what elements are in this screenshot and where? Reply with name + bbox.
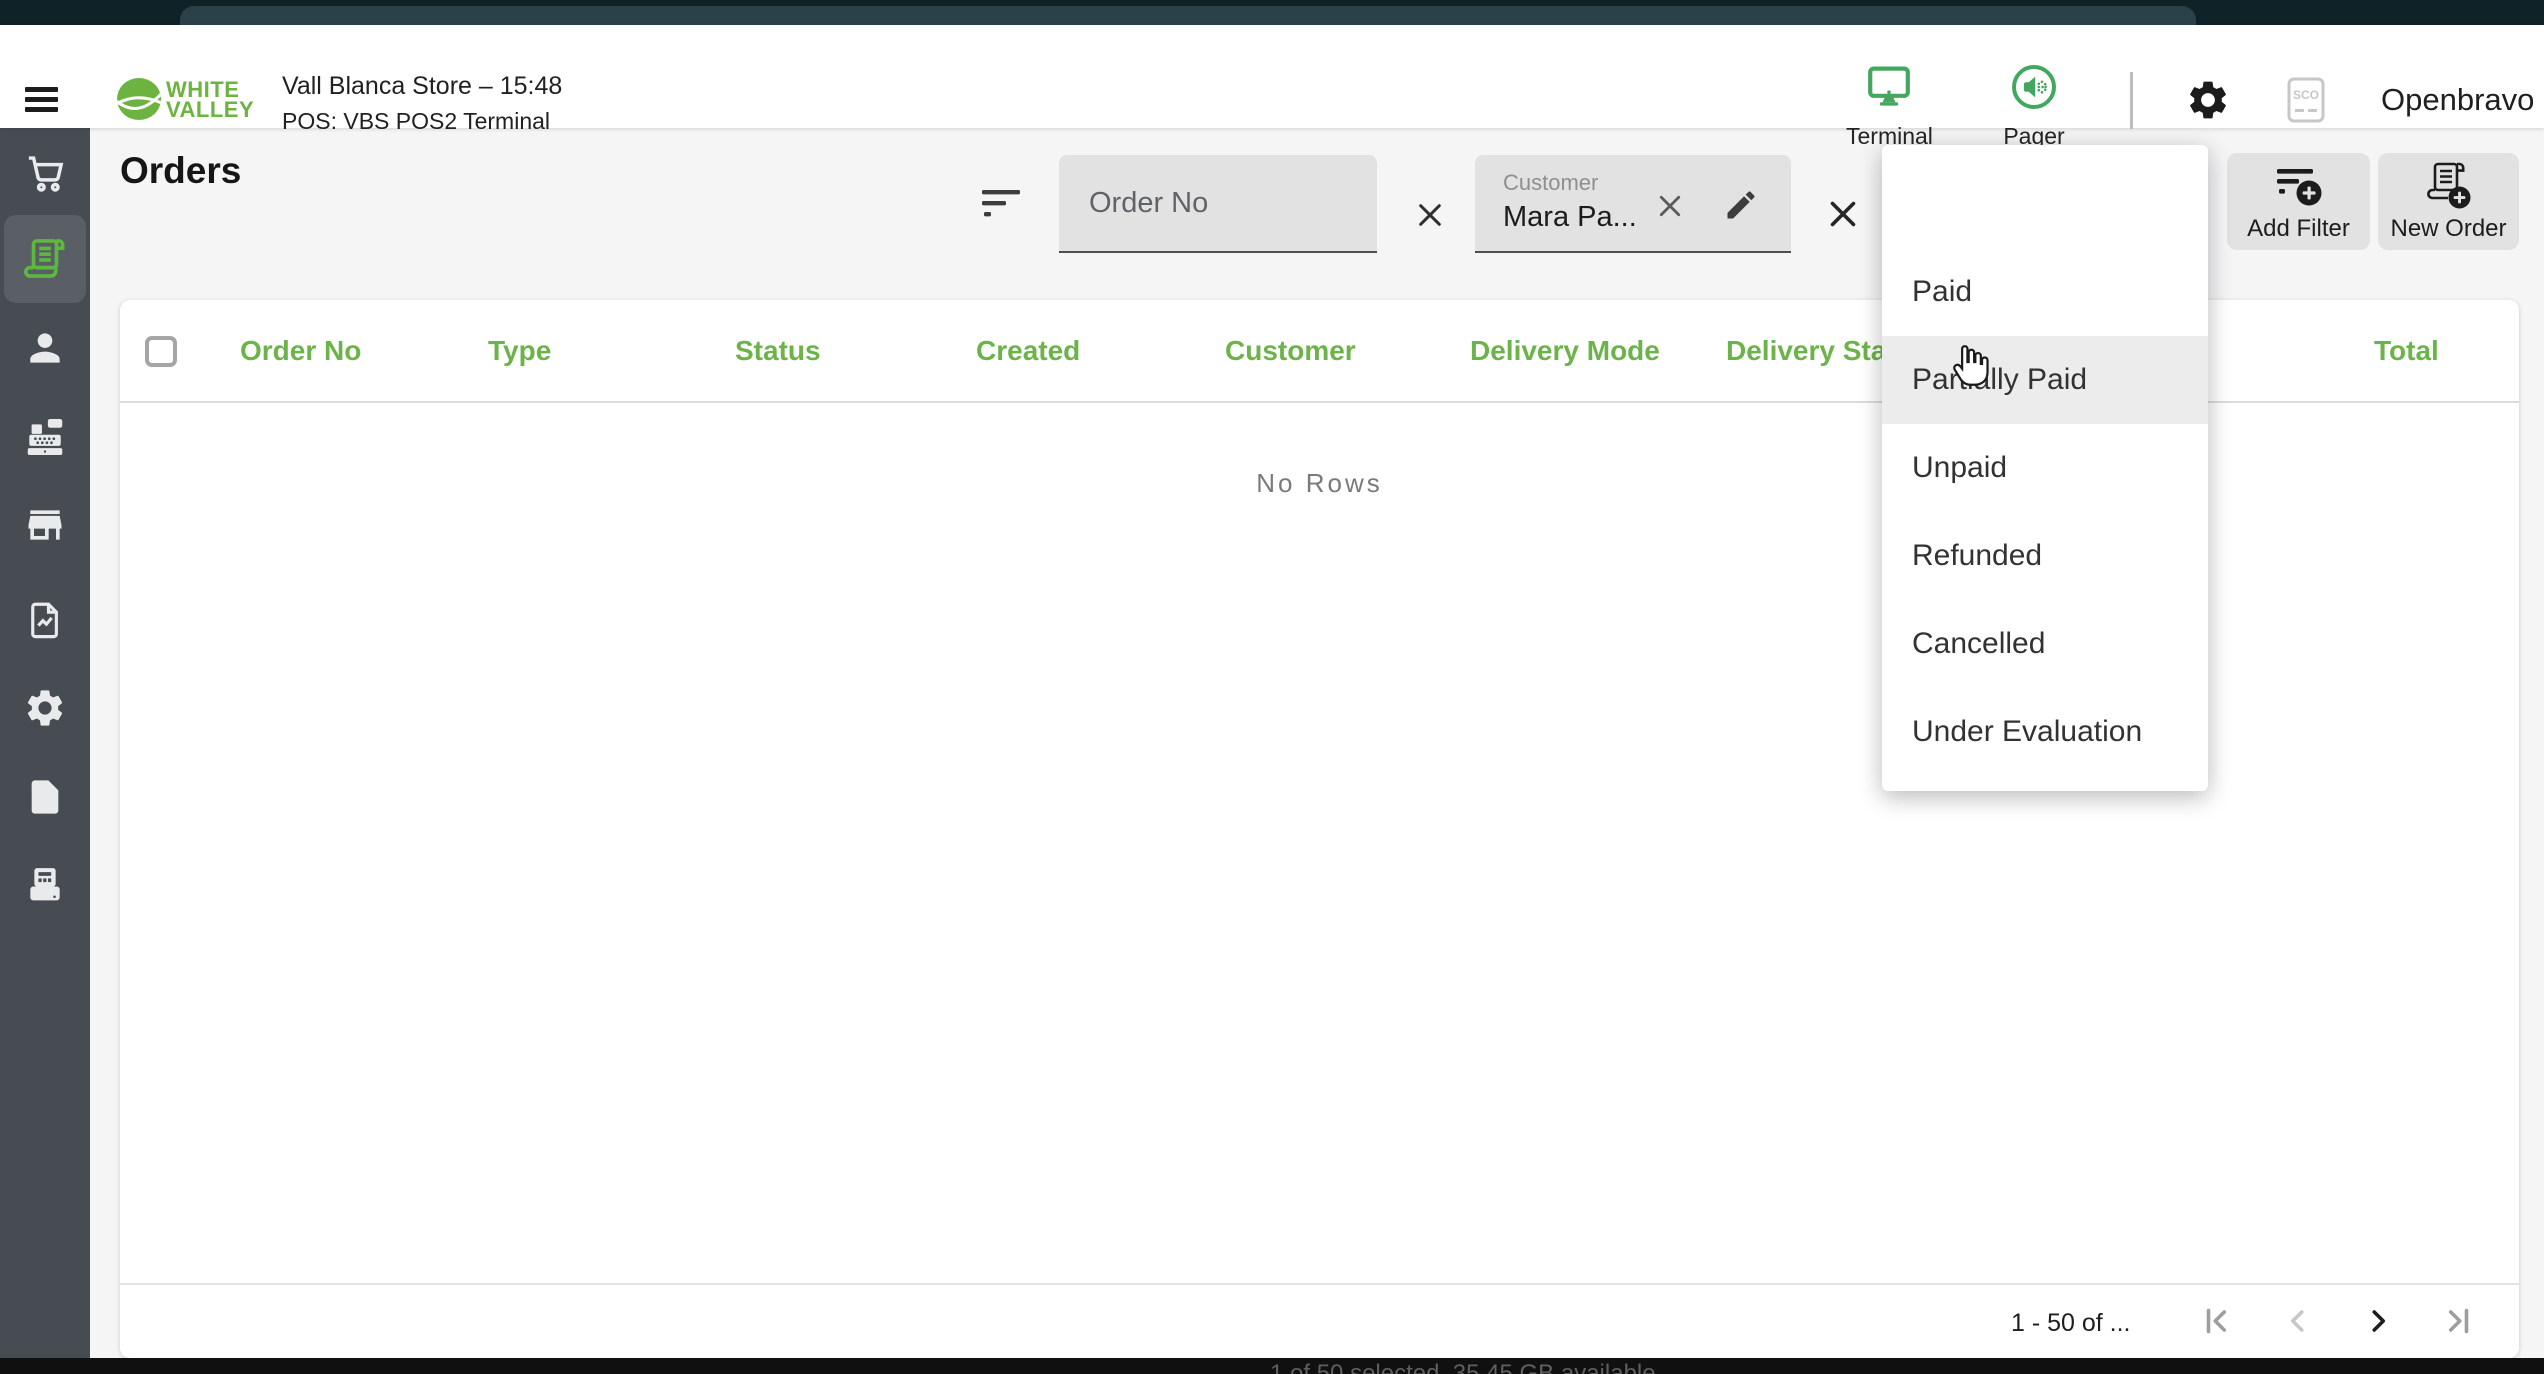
pos-terminal-name: POS: VBS POS2 Terminal [282, 108, 562, 135]
dropdown-option-empty[interactable] [1882, 160, 2208, 248]
previous-page-icon[interactable] [2280, 1303, 2316, 1344]
customer-clear-icon[interactable] [1655, 191, 1685, 226]
settings-icon [23, 686, 67, 730]
desktop-status-text: 1 of 50 selected, 35.45 GB available [1270, 1360, 1656, 1374]
column-header-delivery-mode[interactable]: Delivery Mode [1470, 335, 1660, 367]
dropdown-option-paid[interactable]: Paid [1882, 248, 2208, 336]
store-info: Vall Blanca Store – 15:48 POS: VBS POS2 … [282, 72, 562, 135]
column-header-customer[interactable]: Customer [1225, 335, 1356, 367]
column-header-status[interactable]: Status [735, 335, 821, 367]
terminal-monitor-icon [1865, 100, 1913, 117]
column-header-order-no[interactable]: Order No [240, 335, 361, 367]
dropdown-option-partially-paid[interactable]: Partially Paid [1882, 336, 2208, 424]
orders-receipt-icon [22, 236, 68, 282]
new-order-button[interactable]: New Order [2378, 153, 2519, 250]
desktop-status-bar: 1 of 50 selected, 35.45 GB available [0, 1358, 2544, 1374]
terminal-button[interactable]: Terminal [1846, 63, 1932, 150]
select-all-checkbox[interactable] [145, 336, 177, 367]
add-filter-icon [2227, 153, 2370, 211]
white-valley-logo-icon [116, 77, 162, 126]
openbravo-brand: Openbravo [2381, 82, 2534, 118]
new-order-label: New Order [2378, 215, 2519, 243]
sidebar [0, 128, 90, 1358]
dropdown-option-unpaid[interactable]: Unpaid [1882, 424, 2208, 512]
dropdown-option-cancelled[interactable]: Cancelled [1882, 600, 2208, 688]
clear-order-no-icon[interactable] [1414, 199, 1446, 236]
documents-icon [25, 777, 65, 817]
pager-speaker-icon [2010, 100, 2058, 117]
next-page-icon[interactable] [2360, 1303, 2396, 1344]
store-icon [23, 503, 67, 547]
app-header: WHITE VALLEY Vall Blanca Store – 15:48 P… [0, 25, 2544, 128]
sidebar-item-orders[interactable] [4, 215, 86, 303]
window-tab [180, 6, 2196, 25]
page-title: Orders [120, 150, 241, 192]
new-order-icon [2378, 153, 2519, 211]
first-page-icon[interactable] [2198, 1303, 2234, 1344]
sidebar-item-sales-cart[interactable] [0, 128, 90, 216]
store-name-time: Vall Blanca Store – 15:48 [282, 72, 562, 101]
sidebar-item-devices[interactable] [0, 841, 90, 929]
pagination-range-label: 1 - 50 of ... [2011, 1309, 2131, 1338]
sidebar-item-settings[interactable] [0, 664, 90, 752]
header-divider [2130, 72, 2133, 129]
settings-gear-icon[interactable] [2185, 77, 2231, 123]
logo-line2: VALLEY [166, 100, 254, 120]
pager-button[interactable]: Pager [1992, 63, 2076, 150]
reports-icon [24, 599, 66, 641]
add-filter-label: Add Filter [2227, 215, 2370, 243]
customer-filter-value: Mara Pa... [1503, 201, 1637, 234]
customer-filter-label: Customer [1503, 170, 1598, 196]
column-header-created[interactable]: Created [976, 335, 1080, 367]
sidebar-item-customers[interactable] [0, 304, 90, 392]
last-page-icon[interactable] [2441, 1303, 2477, 1344]
window-chrome-bar [0, 0, 2544, 25]
sidebar-item-documents[interactable] [0, 753, 90, 841]
filter-list-icon[interactable] [982, 190, 1022, 223]
column-header-total[interactable]: Total [2374, 335, 2439, 367]
pagination-bar: 1 - 50 of ... [120, 1283, 2519, 1358]
fiscal-printer-icon [23, 863, 67, 907]
customers-icon [23, 326, 67, 370]
sidebar-item-store[interactable] [0, 481, 90, 569]
sco-text: SCO [2293, 88, 2319, 102]
customer-edit-pencil-icon[interactable] [1723, 187, 1759, 228]
dropdown-option-under-evaluation[interactable]: Under Evaluation [1882, 688, 2208, 776]
clear-customer-filter-icon[interactable] [1825, 196, 1861, 237]
self-checkout-icon[interactable]: SCO [2287, 77, 2325, 123]
dropdown-option-refunded[interactable]: Refunded [1882, 512, 2208, 600]
menu-icon[interactable] [25, 87, 58, 112]
cart-icon [23, 150, 67, 194]
order-no-filter-field [1059, 155, 1377, 253]
column-header-type[interactable]: Type [488, 335, 551, 367]
customer-filter-chip[interactable]: Customer Mara Pa... [1475, 155, 1791, 253]
add-filter-button[interactable]: Add Filter [2227, 153, 2370, 250]
logo-wordmark: WHITE VALLEY [166, 80, 254, 120]
order-no-input[interactable] [1059, 155, 1377, 251]
delivery-status-dropdown: Paid Partially Paid Unpaid Refunded Canc… [1882, 145, 2208, 791]
sidebar-item-cash-management[interactable] [0, 393, 90, 481]
sidebar-item-reports[interactable] [0, 576, 90, 664]
cash-register-icon [22, 414, 68, 460]
